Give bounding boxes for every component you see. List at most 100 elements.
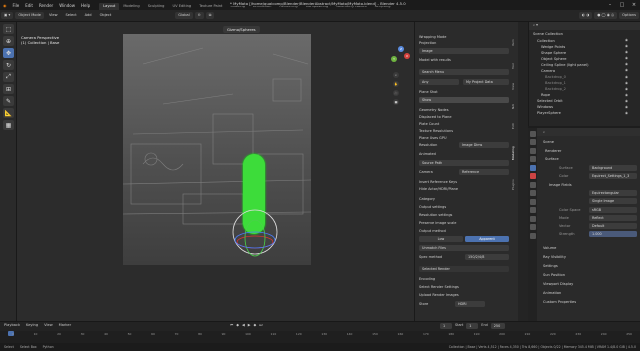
tab-layout[interactable]: Layout [99,3,120,10]
np-row-8[interactable]: Displaced to Plane [419,115,451,119]
viewport-top-field[interactable]: Gizmo/Spheres [223,26,260,33]
eye-icon[interactable]: ◉ [625,105,628,109]
measure-icon[interactable]: 📐 [3,108,14,118]
grid-icon[interactable]: ▦ [393,99,399,105]
output-tab-icon[interactable] [529,147,536,154]
editor-type-button[interactable]: ▣ ▾ [1,12,14,19]
outliner-scene-collection[interactable]: Scene Collection [533,32,563,36]
select-box-icon[interactable]: ⬚ [3,24,14,34]
np-store-field[interactable]: HDRI [455,301,485,307]
snap-icon[interactable]: ⧉ [205,12,215,19]
tab-sculpting[interactable]: Sculpting [144,3,169,10]
tab-modeling[interactable]: Modeling [119,3,143,10]
gizmo-z-axis[interactable]: Z [398,46,404,52]
eye-icon[interactable]: ◉ [625,75,628,79]
minimize-icon[interactable]: – [604,0,616,10]
data-tab-icon[interactable] [529,215,536,222]
3d-viewport[interactable]: Camera Perspective (1) Collection | Base… [17,22,414,321]
np-spec-value[interactable]: 150/2/4/8 [465,254,509,260]
navigation-gizmo[interactable]: X Z Y [387,44,411,68]
outliner-row-6[interactable]: Backdrop_0 [545,75,566,79]
outliner-search-icon[interactable]: ⌕ ▾ [533,23,538,27]
scale-icon[interactable]: ⤢ [3,72,14,82]
outliner-row-9[interactable]: Rope [541,93,550,97]
timeline[interactable]: Playback Keying View Marker ⏮ ◆ ◀ ▶ ◆ ⏭ … [0,321,640,343]
scene-tab-icon[interactable] [529,164,536,171]
outliner-row-2[interactable]: Shape Sphere [541,51,566,55]
timeline-keying[interactable]: Keying [26,323,38,327]
menu-window[interactable]: Window [56,3,78,8]
props-ray-visibility[interactable]: Ray Visibility [543,255,566,259]
view-layer-tab-icon[interactable] [529,156,536,162]
props-animation[interactable]: Animation [543,291,561,295]
np-row-28[interactable]: Upload Render Images [419,293,459,297]
eye-icon[interactable]: ◉ [625,99,628,103]
np-from-image[interactable]: My Project Data [463,79,509,85]
pivot-icon[interactable]: ⊙ [194,12,204,19]
np-row-18[interactable]: Category [419,197,435,201]
timeline-marker[interactable]: Marker [59,323,71,327]
constraints-tab-icon[interactable] [529,207,536,213]
tab-texture-paint[interactable]: Texture Paint [195,3,226,10]
move-icon[interactable]: ✥ [3,48,14,58]
current-frame[interactable]: 1 [440,323,452,329]
np-row-11[interactable]: Plane Uses GPU [419,136,447,140]
menu-edit[interactable]: Edit [22,3,36,8]
props-surface-panel[interactable]: Surface [545,157,559,161]
play-icon[interactable]: ▶ [248,323,251,327]
menu-file[interactable]: File [10,3,23,8]
outliner-row-7[interactable]: Backdrop_1 [545,81,566,85]
props-custom-properties[interactable]: Custom Properties [543,300,576,304]
np-row-21[interactable]: Preserve image scale [419,221,456,225]
world-tab-icon[interactable] [529,173,536,179]
menu-help[interactable]: Help [78,3,93,8]
np-unmatch-files[interactable]: Unmatch Files [419,245,509,251]
eye-icon[interactable]: ◉ [625,81,628,85]
menu-render[interactable]: Render [36,3,56,8]
eye-icon[interactable]: ◉ [625,38,628,42]
np-apparent-button[interactable]: Apparent [465,236,509,242]
outliner-row-1[interactable]: Wedge Points [541,45,565,49]
transform-icon[interactable]: ⊞ [3,84,14,94]
options-button[interactable]: Options [619,12,639,19]
tab-uv-editing[interactable]: UV Editing [168,3,195,10]
timeline-playback[interactable]: Playback [4,323,20,327]
header-object[interactable]: Object [97,12,115,19]
jump-start-icon[interactable]: ⏮ [230,323,233,327]
eye-icon[interactable]: ◉ [625,111,628,115]
np-row-16[interactable]: Insert Reference Keys [419,180,457,184]
gizmo-y-axis[interactable]: Y [391,56,397,62]
tool-tab-icon[interactable] [529,130,536,137]
np-camera-field[interactable]: Reference [459,169,509,175]
outliner-row-10[interactable]: Selected Orbit [537,99,563,103]
np-add-dropdown[interactable]: Any [419,79,459,85]
np-row-9[interactable]: Plate Count [419,122,439,126]
transform-gizmo[interactable] [231,202,281,262]
add-cube-icon[interactable]: ▦ [3,120,14,130]
np-row-7[interactable]: Geometry Nodes [419,108,449,112]
close-icon[interactable]: × [628,0,640,10]
np-resolution-field[interactable]: Image Dims [459,142,509,148]
props-strength-value[interactable]: 1.000 [589,231,637,237]
material-tab-icon[interactable] [529,224,536,230]
outliner-row-4[interactable]: Ceiling Spline (light panel) [541,63,589,67]
next-key-icon[interactable]: ◆ [254,323,257,327]
overlay-button[interactable]: ◐ ◑ [578,12,593,19]
outliner-row-11[interactable]: Windows [537,105,553,109]
outliner-row-8[interactable]: Backdrop_2 [545,87,566,91]
outliner-row-3[interactable]: Object Sphere [541,57,567,61]
props-single-image[interactable]: Single Image [589,198,637,204]
header-add[interactable]: Add [82,12,95,19]
props-color-value[interactable]: Equirect_Settings_1_3 [589,173,637,179]
props-vector-value[interactable]: Default [589,223,637,229]
texture-tab-icon[interactable] [529,232,536,239]
props-mode-value[interactable]: Reflect [589,215,637,221]
pan-icon[interactable]: ✋ [393,81,399,87]
frame-ruler[interactable]: 0 10 20 30 40 50 60 70 80 90 100 110 120… [0,331,640,343]
np-row-13[interactable]: Animated [419,152,436,156]
annotate-icon[interactable]: ✎ [3,96,14,106]
prev-key-icon[interactable]: ◆ [236,323,239,327]
eye-icon[interactable]: ◉ [625,93,628,97]
props-image-fields-value[interactable]: Equirectangular [589,190,637,196]
eye-icon[interactable]: ◉ [625,56,628,60]
